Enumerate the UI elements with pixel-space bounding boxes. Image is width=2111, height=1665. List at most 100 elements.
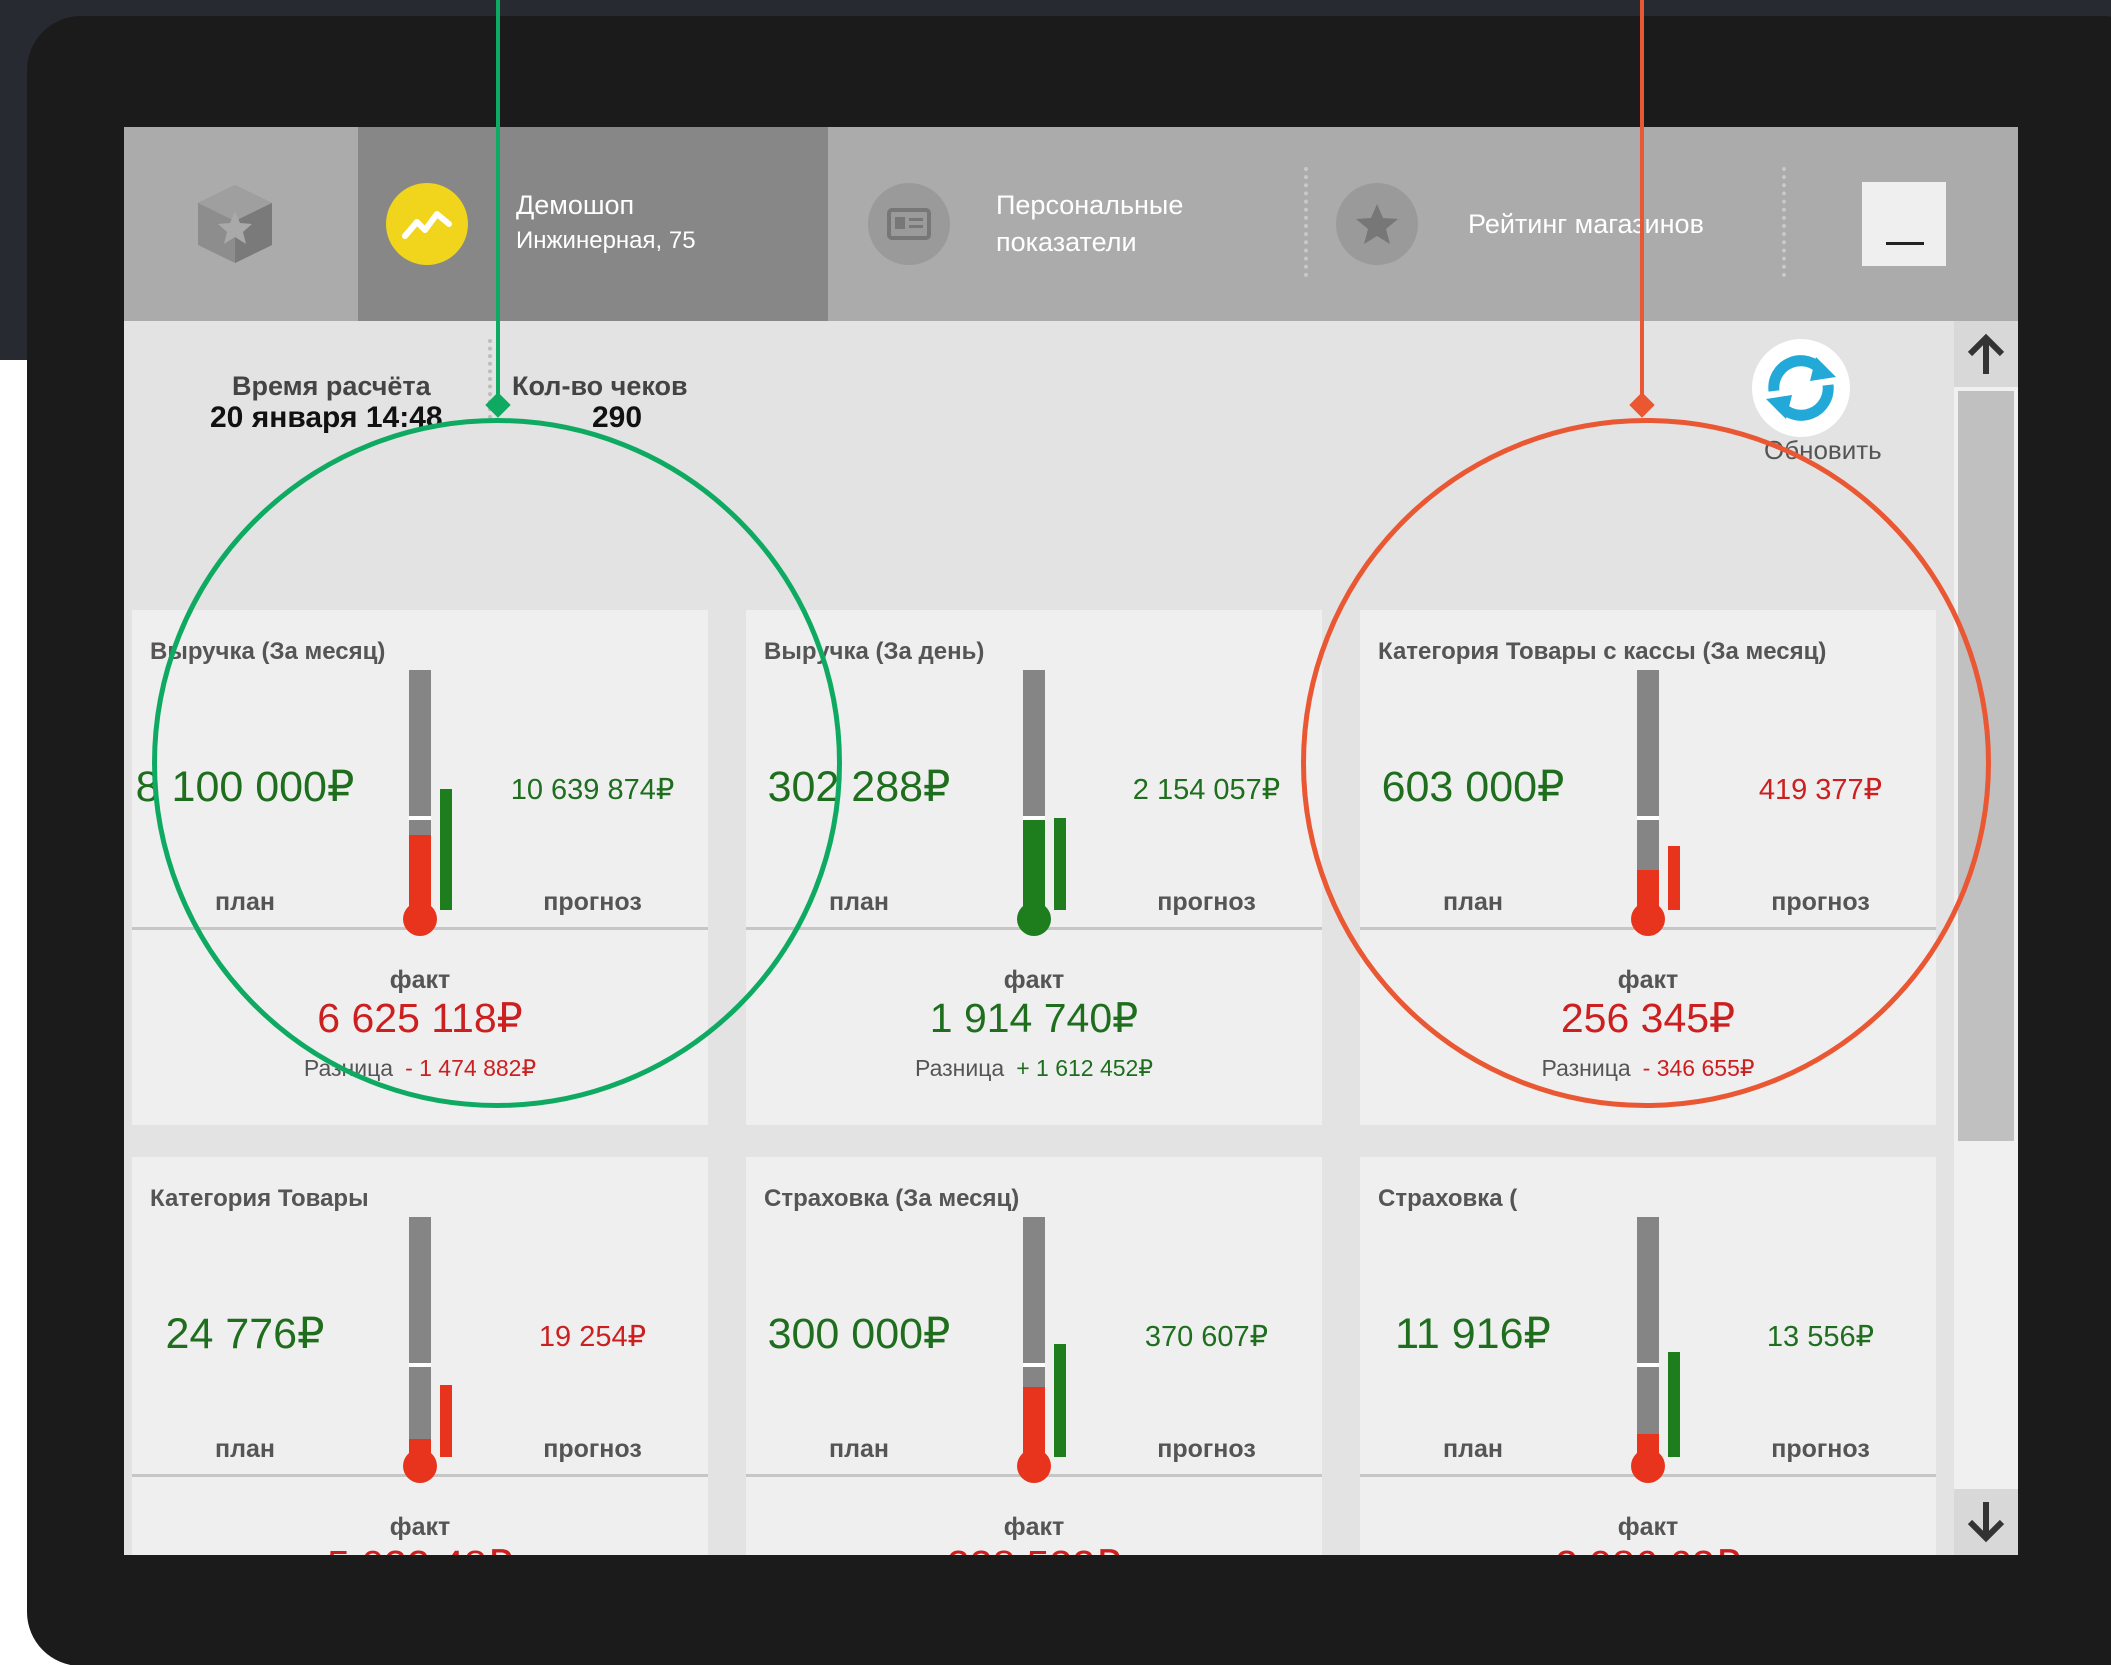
thermometer-bulb — [1631, 902, 1665, 936]
refresh-button[interactable] — [1752, 339, 1850, 437]
scroll-up-button[interactable] — [1954, 321, 2018, 387]
forecast-bar — [440, 789, 452, 910]
callout-leader-left — [496, 0, 500, 404]
scroll-down-button[interactable] — [1954, 1489, 2018, 1555]
forecast-bar — [440, 1385, 452, 1457]
forecast-bar — [1054, 1343, 1066, 1457]
plan-value: 11 916₽ — [1395, 1310, 1551, 1358]
arrow-down-icon — [1967, 1502, 2005, 1543]
tab-shop[interactable]: Демошоп Инжинерная, 75 — [358, 127, 828, 321]
tab-rating-title: Рейтинг магазинов — [1468, 209, 1704, 239]
plan-marker — [1023, 816, 1045, 820]
difference: Разница + 1 612 452₽ — [746, 1055, 1322, 1082]
kpi-card[interactable]: Категория Товары с кассы (За месяц) 603 0… — [1360, 610, 1936, 1125]
thermometer-bulb — [1017, 902, 1051, 936]
plan-value: 603 000₽ — [1381, 763, 1565, 811]
forecast-value: 419 377₽ — [1758, 774, 1883, 806]
fact-value: 256 345₽ — [1560, 995, 1736, 1041]
thermometer-bulb — [1631, 1449, 1665, 1483]
plan-marker — [409, 1363, 431, 1367]
plan-label: план — [829, 888, 889, 916]
forecast-label: прогноз — [1157, 888, 1256, 916]
scroll-thumb[interactable] — [1958, 391, 2014, 1141]
difference-label: Разница — [915, 1055, 1005, 1081]
scrollbar[interactable] — [1954, 321, 2018, 1555]
thermometer-fill — [409, 834, 431, 910]
refresh-icon — [1766, 355, 1836, 421]
forecast-label: прогноз — [1771, 1435, 1870, 1463]
tab-personal-title: Персональные — [996, 190, 1184, 220]
card-title: Страховка ( — [1378, 1185, 1518, 1212]
plan-label: план — [1443, 1435, 1503, 1463]
calc-time-label: Время расчёта — [232, 371, 431, 401]
tab-separator — [1782, 167, 1786, 277]
plan-value: 300 000₽ — [767, 1310, 951, 1358]
checks-value: 290 — [592, 401, 643, 434]
top-nav: Демошоп Инжинерная, 75 Персональные пока… — [124, 127, 2018, 321]
tab-personal[interactable]: Персональные показатели — [828, 127, 1298, 321]
kpi-card[interactable]: Выручка (За месяц) 8 100 000₽ 10 639 874₽ п… — [132, 610, 708, 1125]
card-title: Категория Товары с кассы (За месяц) — [1378, 638, 1827, 665]
kpi-card[interactable]: Страховка ( 11 916₽ 13 556₽ план прогноз факт… — [1360, 1157, 1936, 1555]
kpi-card[interactable]: Выручка (За день) 302 288₽ 2 154 057₽ план п… — [746, 610, 1322, 1125]
plan-marker — [409, 816, 431, 820]
fact-label: факт — [389, 966, 451, 994]
fact-label: факт — [1003, 1513, 1065, 1541]
forecast-label: прогноз — [543, 1435, 642, 1463]
forecast-label: прогноз — [1771, 888, 1870, 916]
star-icon — [1336, 183, 1418, 265]
thermometer-tube — [1637, 1217, 1659, 1457]
card-title: Страховка (За месяц) — [764, 1185, 1020, 1212]
forecast-value: 10 639 874₽ — [510, 774, 675, 806]
plan-value: 8 100 000₽ — [135, 763, 355, 811]
thermometer-bulb — [403, 1449, 437, 1483]
plan-label: план — [215, 1435, 275, 1463]
id-card-icon — [868, 183, 950, 265]
fact-value: 5 032,48₽ — [132, 1541, 708, 1555]
dashboard-content: Время расчёта 20 января 14:48 Кол-во чек… — [124, 321, 1954, 1555]
difference-value: - 346 655₽ — [1642, 1055, 1755, 1081]
callout-leader-right — [1640, 0, 1644, 404]
calc-time-value: 20 января 14:48 — [210, 401, 443, 434]
fact-value: 6 625 118₽ — [317, 995, 523, 1041]
app-screen: Демошоп Инжинерная, 75 Персональные пока… — [124, 127, 2018, 1555]
arrow-up-icon — [1967, 333, 2005, 374]
thermometer-fill — [1023, 818, 1045, 910]
card-title: Выручка (За день) — [764, 638, 985, 665]
forecast-value: 370 607₽ — [1144, 1321, 1269, 1353]
kpi-card[interactable]: Категория Товары 24 776₽ 19 254₽ план прогно… — [132, 1157, 708, 1555]
thermometer-bulb — [403, 902, 437, 936]
forecast-label: прогноз — [1157, 1435, 1256, 1463]
logo-box-icon — [190, 179, 280, 274]
forecast-value: 13 556₽ — [1766, 1321, 1875, 1353]
card-title: Выручка (За месяц) — [150, 638, 386, 665]
forecast-bar — [1668, 845, 1680, 910]
difference: Разница - 1 474 882₽ — [132, 1055, 708, 1082]
chart-zigzag-icon — [386, 183, 468, 265]
checks-label: Кол-во чеков — [512, 371, 688, 401]
fact-value: 1 914 740₽ — [929, 995, 1139, 1041]
plan-marker — [1637, 816, 1659, 820]
fact-value: 228 532₽ — [746, 1541, 1322, 1555]
plan-marker — [1637, 1363, 1659, 1367]
plan-label: план — [829, 1435, 889, 1463]
forecast-value: 2 154 057₽ — [1132, 774, 1281, 806]
forecast-bar — [1054, 818, 1066, 910]
kpi-card[interactable]: Страховка (За месяц) 300 000₽ 370 607₽ план… — [746, 1157, 1322, 1555]
tab-personal-subtitle: показатели — [996, 227, 1137, 257]
plan-value: 302 288₽ — [767, 763, 951, 811]
card-title: Категория Товары — [150, 1185, 369, 1212]
tab-rating[interactable]: Рейтинг магазинов — [1308, 127, 1778, 321]
minimize-icon — [1886, 242, 1924, 245]
fact-label: факт — [1617, 966, 1679, 994]
refresh-label: Обновить — [1764, 435, 1882, 465]
plan-marker — [1023, 1363, 1045, 1367]
minimize-button[interactable] — [1862, 182, 1946, 266]
fact-label: факт — [1617, 1513, 1679, 1541]
thermometer-fill — [1023, 1387, 1045, 1457]
difference: Разница - 346 655₽ — [1360, 1055, 1936, 1082]
tab-home[interactable] — [124, 127, 358, 321]
fact-label: факт — [389, 1513, 451, 1541]
fact-value: 2 986,63₽ — [1360, 1541, 1936, 1555]
page: Демошоп Инжинерная, 75 Персональные пока… — [0, 0, 2111, 1665]
